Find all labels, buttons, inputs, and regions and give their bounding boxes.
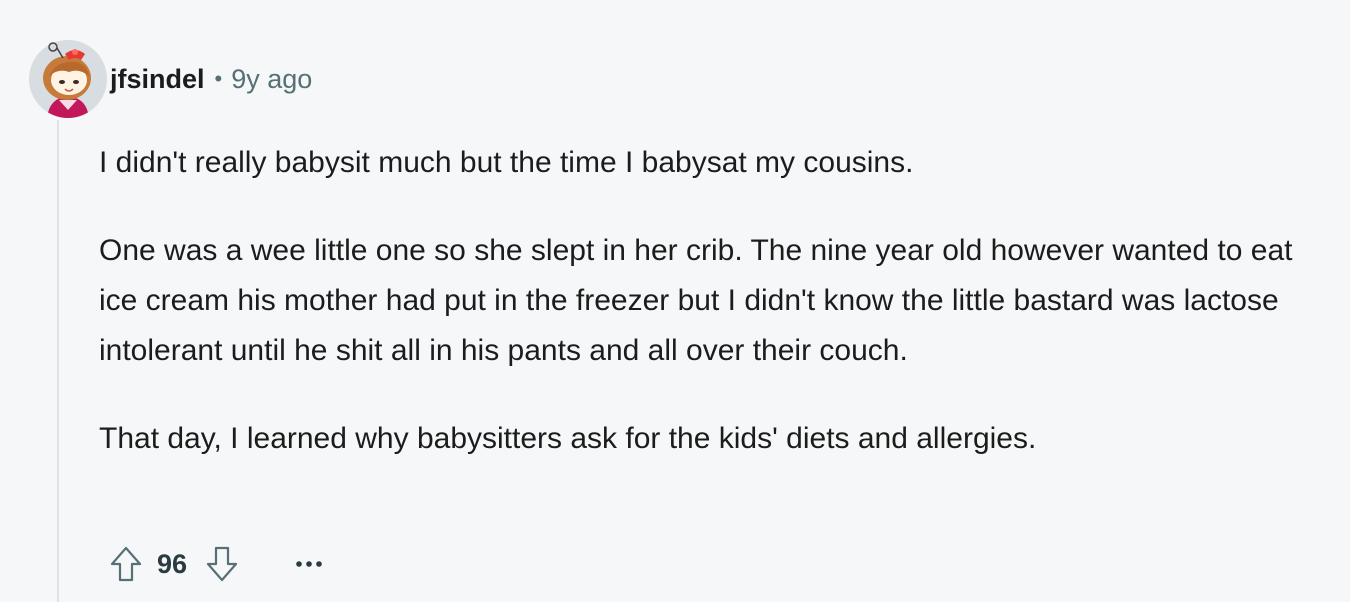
meta-separator: •	[214, 66, 223, 91]
author-avatar[interactable]	[29, 40, 107, 118]
vote-score: 96	[157, 548, 188, 579]
author-username[interactable]: jfsindel	[110, 64, 205, 95]
comment-paragraph: One was a wee little one so she slept in…	[99, 234, 1293, 367]
snoo-avatar-icon	[29, 40, 107, 118]
thread-line[interactable]	[57, 120, 59, 602]
comment-paragraph: That day, I learned why babysitters ask …	[99, 422, 1037, 455]
downvote-arrow-icon	[206, 546, 238, 582]
upvote-button[interactable]	[105, 541, 147, 587]
upvote-arrow-icon	[110, 546, 142, 582]
ellipsis-icon	[296, 561, 322, 567]
more-options-button[interactable]	[295, 541, 323, 587]
comment-header: jfsindel • 9y ago	[110, 62, 312, 96]
comment-actions: 96	[105, 541, 323, 587]
comment-timestamp[interactable]: 9y ago	[231, 64, 312, 95]
comment-paragraph: I didn't really babysit much but the tim…	[99, 146, 914, 179]
comment-body: I didn't really babysit much but the tim…	[99, 138, 1324, 502]
comment: jfsindel • 9y ago I didn't really babysi…	[0, 0, 1350, 602]
downvote-button[interactable]	[201, 541, 243, 587]
